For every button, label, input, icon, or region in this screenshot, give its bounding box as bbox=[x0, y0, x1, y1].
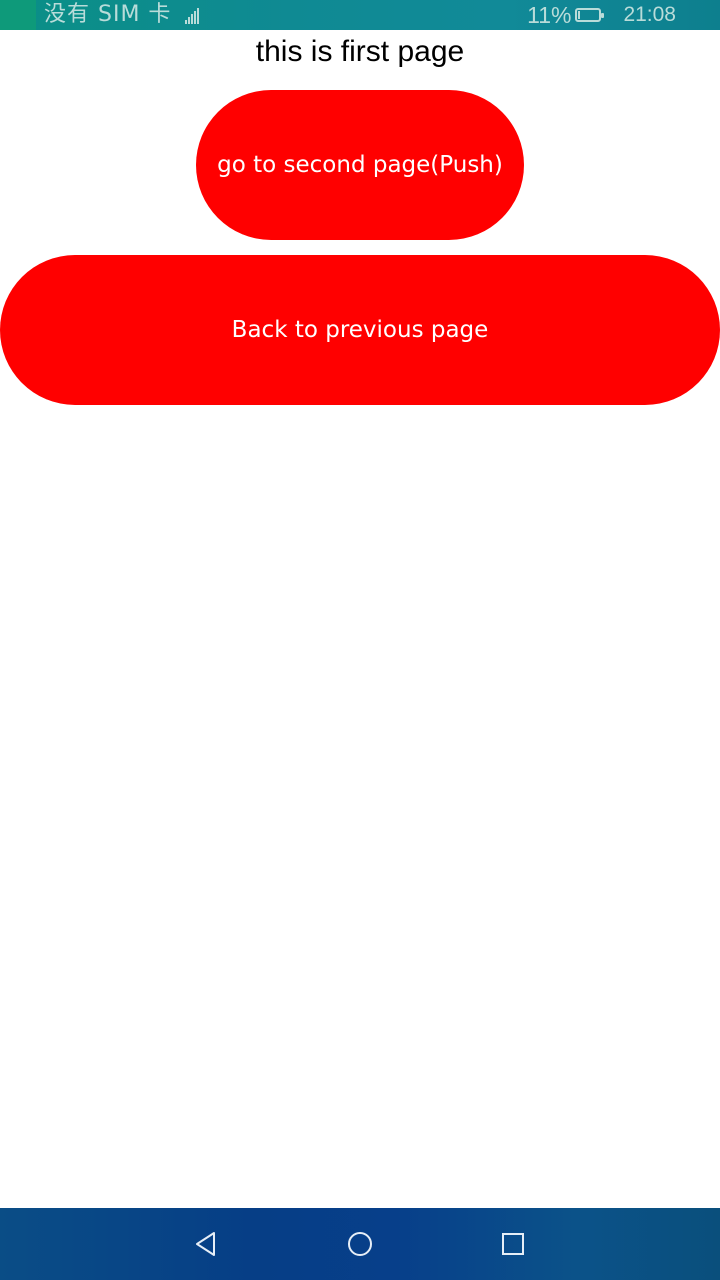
battery-percent: 11% bbox=[527, 2, 572, 28]
back-triangle-icon bbox=[196, 1232, 215, 1256]
push-second-page-button[interactable]: go to second page(Push) bbox=[196, 90, 524, 240]
nav-recent-button[interactable] bbox=[491, 1222, 535, 1266]
navigation-bar bbox=[0, 1208, 720, 1280]
nav-back-button[interactable] bbox=[184, 1222, 228, 1266]
status-bar-accent bbox=[0, 0, 36, 30]
signal-icon bbox=[185, 6, 200, 24]
clock: 21:08 bbox=[623, 3, 676, 26]
battery-level-fill bbox=[578, 11, 581, 19]
status-right: 11% 21:08 bbox=[527, 0, 676, 30]
carrier-text: 没有 SIM 卡 bbox=[44, 2, 172, 27]
back-previous-page-button[interactable]: Back to previous page bbox=[0, 255, 720, 405]
status-left: 没有 SIM 卡 bbox=[44, 0, 200, 30]
home-circle-icon bbox=[348, 1232, 372, 1256]
nav-home-button[interactable] bbox=[338, 1222, 382, 1266]
recent-square-icon bbox=[502, 1233, 524, 1255]
status-bar: 没有 SIM 卡 11% 21:08 bbox=[0, 0, 720, 30]
page-title: this is first page bbox=[255, 35, 465, 68]
screen: 没有 SIM 卡 11% 21:08 this is first page go… bbox=[0, 0, 720, 1280]
battery-icon bbox=[575, 8, 605, 22]
